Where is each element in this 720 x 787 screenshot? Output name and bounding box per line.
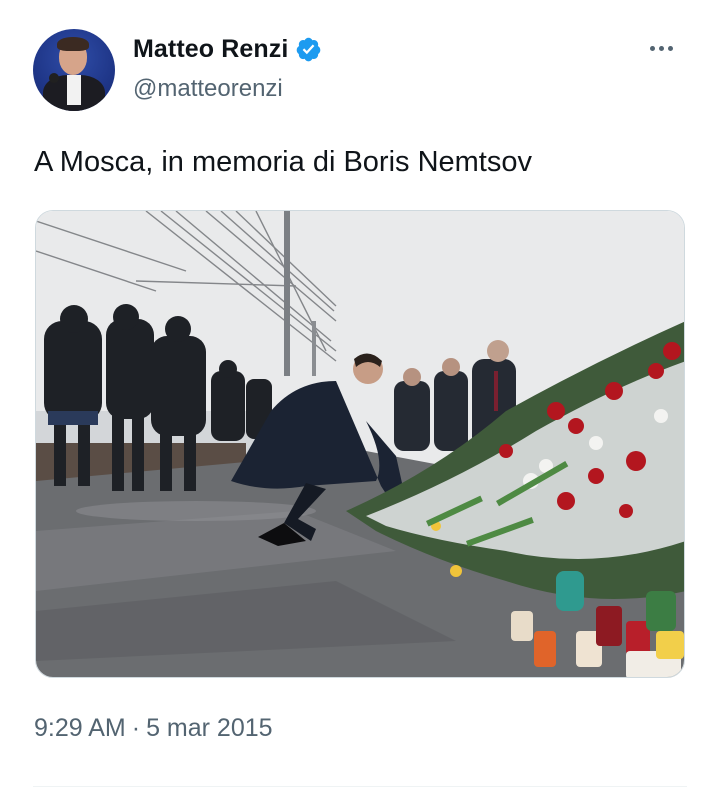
author-name-row[interactable]: Matteo Renzi bbox=[133, 31, 322, 67]
tweet-header: Matteo Renzi @matteorenzi bbox=[33, 29, 693, 113]
dot bbox=[667, 45, 673, 51]
tweet-photo[interactable] bbox=[35, 210, 685, 678]
tweet-timestamp[interactable]: 9:29 AM · 5 mar 2015 bbox=[34, 714, 273, 743]
author-handle[interactable]: @matteorenzi bbox=[133, 75, 283, 103]
tweet-time: 9:29 AM bbox=[34, 714, 126, 742]
avatar-shirt bbox=[67, 75, 81, 105]
memorial-photo bbox=[36, 211, 684, 677]
microphone-icon bbox=[49, 73, 59, 83]
tweet-date: 5 mar 2015 bbox=[146, 714, 273, 742]
verified-badge-icon bbox=[297, 37, 321, 61]
avatar-hair bbox=[57, 37, 89, 51]
more-options-icon[interactable] bbox=[643, 33, 679, 63]
dot bbox=[649, 45, 655, 51]
author-display-name[interactable]: Matteo Renzi bbox=[133, 35, 288, 64]
timestamp-separator: · bbox=[131, 714, 141, 742]
tweet-text: A Mosca, in memoria di Boris Nemtsov bbox=[34, 146, 532, 178]
author-avatar[interactable] bbox=[33, 29, 115, 111]
dot bbox=[658, 45, 664, 51]
